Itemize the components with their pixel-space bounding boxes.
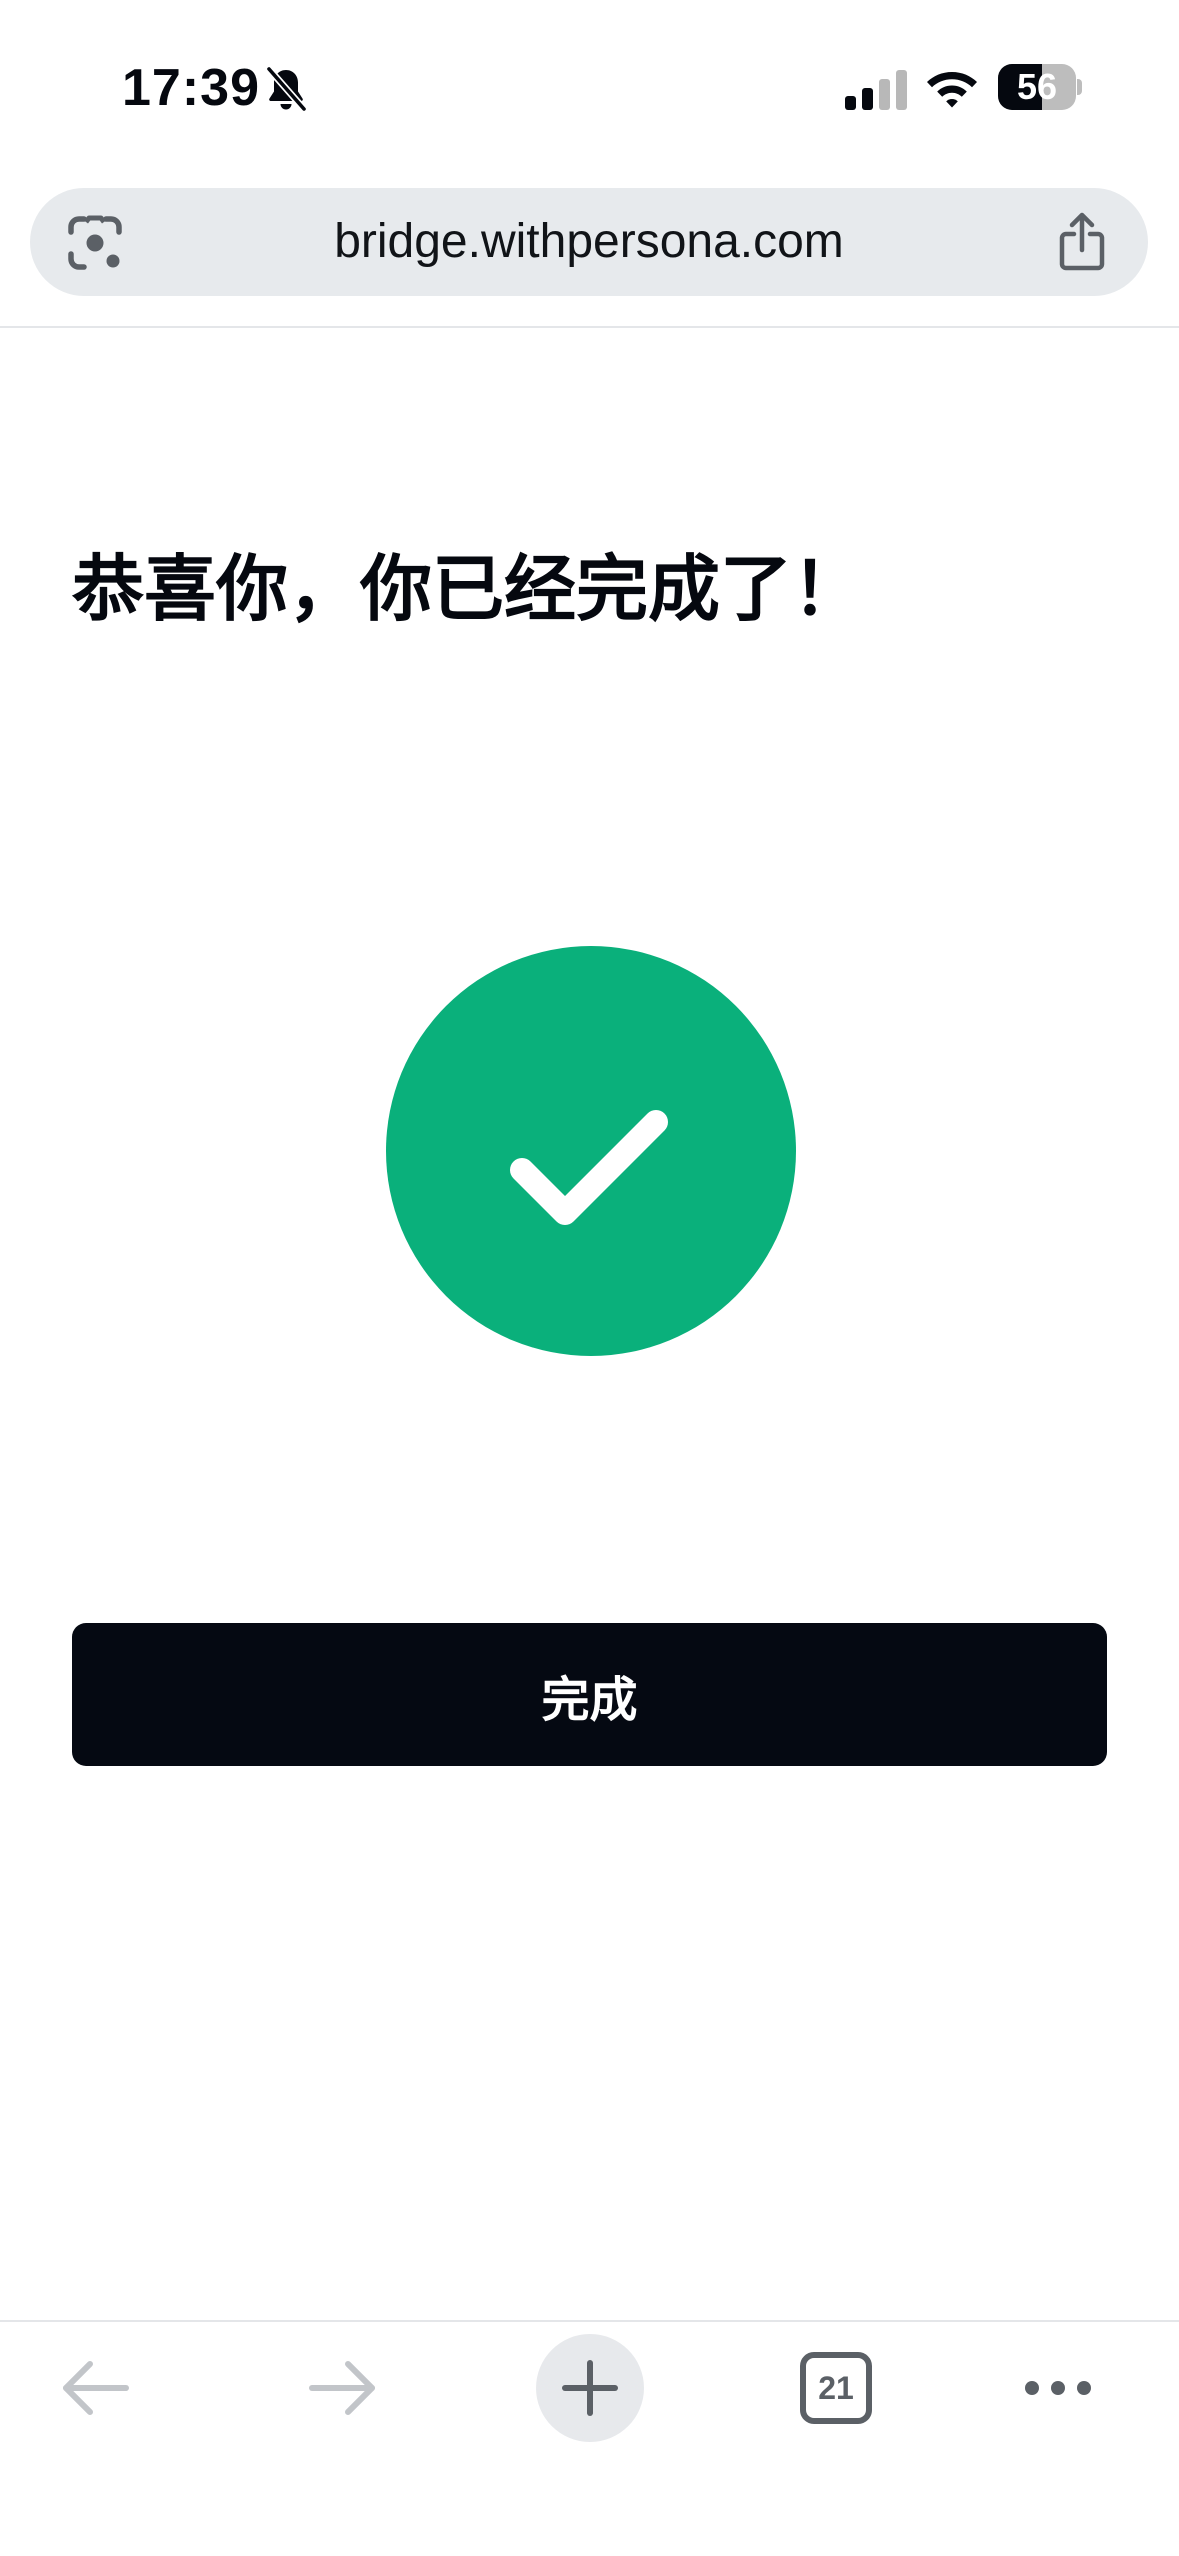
battery-icon: 56: [998, 64, 1082, 110]
wifi-icon: [927, 72, 977, 108]
forward-arrow-icon[interactable]: [304, 2356, 380, 2420]
tab-count: 21: [818, 2369, 854, 2406]
header-divider: [0, 326, 1179, 328]
page-title: 恭喜你，你已经完成了！: [72, 550, 865, 630]
status-time: 17:39: [122, 59, 260, 117]
lens-camera-icon[interactable]: [66, 214, 124, 272]
status-bar: 17:39 56: [0, 0, 1179, 170]
battery-level: 56: [1016, 66, 1058, 107]
cellular-signal-icon: [845, 70, 907, 110]
bell-slash-icon: [265, 66, 308, 112]
battery-nub: [1077, 79, 1082, 95]
done-button[interactable]: 完成: [72, 1623, 1107, 1766]
new-tab-button[interactable]: [536, 2334, 644, 2442]
more-dots-icon[interactable]: [1022, 2370, 1094, 2406]
plus-icon: [562, 2360, 618, 2416]
share-icon[interactable]: [1056, 212, 1108, 272]
screen: 17:39 56 bridge.withpersona.com 恭喜你，你已经完…: [0, 0, 1179, 2556]
battery-body: 56: [998, 64, 1076, 110]
checkmark-icon: [510, 1110, 668, 1225]
url-text[interactable]: bridge.withpersona.com: [150, 188, 1028, 296]
back-arrow-icon[interactable]: [58, 2356, 134, 2420]
tab-switcher-button[interactable]: 21: [800, 2352, 872, 2424]
toolbar-divider: [0, 2320, 1179, 2322]
success-badge: [386, 946, 796, 1356]
url-bar[interactable]: bridge.withpersona.com: [30, 188, 1148, 296]
